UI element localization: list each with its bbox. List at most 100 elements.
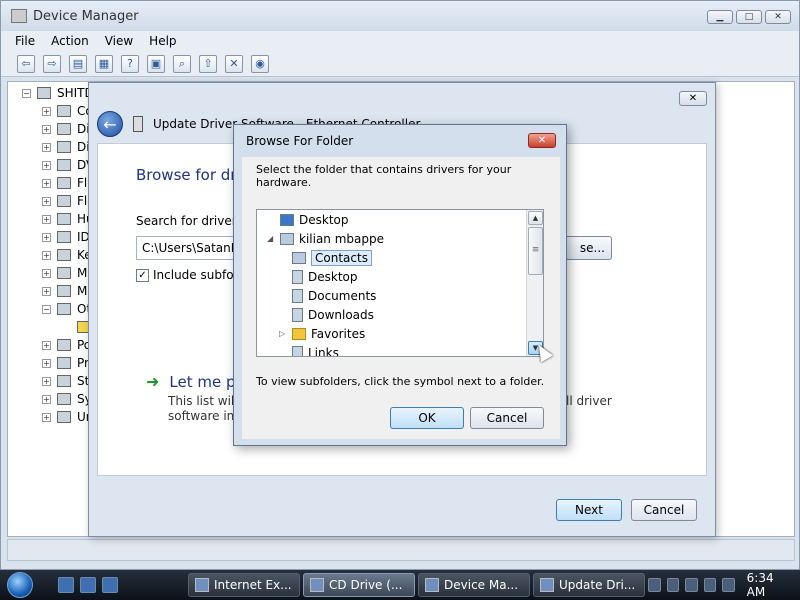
wizard-cancel-button[interactable]: Cancel	[631, 499, 697, 521]
clock[interactable]: 6:34 AM	[741, 571, 790, 599]
tree-item[interactable]: − Ot	[42, 300, 91, 318]
tree-item[interactable]: + Po	[42, 336, 91, 354]
folder-tree-item[interactable]: Contacts	[279, 248, 372, 267]
tree-item[interactable]: + St	[42, 372, 89, 390]
expand-icon[interactable]: +	[42, 124, 51, 134]
tree-item[interactable]: + Ke	[42, 246, 92, 264]
expand-icon[interactable]: +	[42, 376, 51, 386]
scroll-up-button[interactable]: ▲	[528, 211, 543, 225]
expand-icon[interactable]: +	[42, 196, 51, 206]
folder-tree-item[interactable]: Links	[279, 343, 339, 356]
tree-item[interactable]: + M	[42, 264, 87, 282]
view-icon[interactable]: ▣	[147, 54, 165, 73]
folder-tree-item[interactable]: Documents	[279, 286, 376, 305]
show-hide-tree-icon[interactable]: ▤	[69, 54, 87, 73]
expand-icon[interactable]: +	[42, 250, 51, 260]
tree-item[interactable]: + Di	[42, 120, 90, 138]
tree-item[interactable]: + Sy	[42, 390, 92, 408]
include-subfolders-checkbox[interactable]: ✓	[136, 268, 149, 282]
expand-icon[interactable]: +	[42, 394, 51, 404]
close-button[interactable]: ✕	[765, 10, 791, 24]
disable-icon[interactable]: ◉	[251, 54, 269, 73]
start-button[interactable]	[0, 570, 40, 600]
tree-item[interactable]: + ID	[42, 228, 90, 246]
taskbar-button[interactable]: CD Drive (...	[303, 573, 416, 597]
expand-icon[interactable]: +	[42, 160, 51, 170]
pick-from-list-option[interactable]: ➜ Let me pi	[146, 372, 240, 391]
expand-icon[interactable]: +	[42, 178, 51, 188]
expand-icon[interactable]: +	[42, 106, 51, 116]
ok-button[interactable]: OK	[390, 407, 464, 429]
include-subfolders-row[interactable]: ✓ Include subfold	[136, 268, 245, 282]
expand-arrow-icon[interactable]: ▷	[279, 329, 287, 338]
scroll-thumb[interactable]: ≡	[528, 227, 543, 275]
device-category-icon	[57, 339, 71, 351]
vertical-scrollbar[interactable]: ▲ ≡ ▼	[526, 210, 543, 356]
expand-icon[interactable]: +	[42, 268, 51, 278]
folder-tree[interactable]: Desktop ◢ kilian mbappe Contacts Desktop Docu…	[256, 209, 544, 357]
internet-explorer-icon[interactable]	[102, 577, 119, 593]
volume-icon[interactable]	[722, 578, 735, 592]
expand-icon[interactable]: +	[42, 358, 51, 368]
device-category-icon	[57, 123, 71, 135]
collapse-icon[interactable]: −	[42, 304, 51, 314]
tree-item[interactable]: + Hu	[42, 210, 94, 228]
tree-item[interactable]: + Ur	[42, 408, 91, 426]
user-folder-icon	[280, 232, 294, 245]
maximize-button[interactable]: □	[736, 10, 762, 24]
security-shield-icon[interactable]	[648, 578, 661, 592]
network-icon[interactable]	[685, 578, 698, 592]
uninstall-icon[interactable]: ✕	[225, 54, 243, 73]
forward-arrow-icon[interactable]: ⇨	[43, 54, 61, 73]
tree-root[interactable]: − SHITD	[22, 84, 94, 102]
taskbar-button[interactable]: Update Dri...	[533, 573, 646, 597]
menu-view[interactable]: View	[105, 34, 133, 48]
menu-file[interactable]: File	[15, 34, 35, 48]
network-disconnected-icon[interactable]	[703, 578, 717, 592]
taskbar-button[interactable]: Device Ma...	[418, 573, 531, 597]
tree-item[interactable]: + Flo	[42, 192, 95, 210]
expand-icon[interactable]: +	[42, 286, 51, 296]
properties-icon[interactable]: ▦	[95, 54, 113, 73]
tree-item[interactable]: + DV	[42, 156, 94, 174]
expand-arrow-icon[interactable]: ◢	[267, 234, 275, 243]
folder-tree-item[interactable]: Desktop	[267, 210, 349, 229]
show-desktop-icon[interactable]	[58, 577, 75, 593]
expand-icon[interactable]: +	[42, 142, 51, 152]
folder-tree-item[interactable]: ▷ Favorites	[279, 324, 365, 343]
folder-tree-label: Favorites	[311, 326, 366, 341]
expand-icon[interactable]: +	[42, 232, 51, 242]
switch-windows-icon[interactable]	[80, 577, 97, 593]
next-button[interactable]: Next	[556, 499, 622, 521]
expand-icon[interactable]: +	[42, 340, 51, 350]
tree-item[interactable]: + Co	[42, 102, 93, 120]
status-bar	[7, 539, 795, 561]
expand-icon[interactable]: +	[42, 214, 51, 224]
device-icon	[133, 116, 143, 132]
minimize-button[interactable]: ▁	[707, 10, 733, 24]
taskbar-button[interactable]: Internet Ex...	[188, 573, 301, 597]
back-arrow-icon[interactable]: ⇦	[17, 54, 35, 73]
dialog-cancel-button[interactable]: Cancel	[470, 407, 544, 429]
pick-from-list-label[interactable]: Let me pi	[169, 373, 239, 391]
expand-icon[interactable]: +	[42, 412, 51, 422]
tree-item[interactable]: + Di	[42, 138, 90, 156]
wizard-close-button[interactable]: ✕	[679, 91, 707, 106]
tree-item[interactable]: + Pr	[42, 354, 89, 372]
help-icon[interactable]: ?	[121, 54, 139, 73]
device-category-icon	[57, 105, 71, 117]
scan-hardware-icon[interactable]: ⌕	[173, 54, 191, 73]
folder-tree-item[interactable]: Downloads	[279, 305, 374, 324]
collapse-icon[interactable]: −	[22, 88, 31, 98]
dialog-close-button[interactable]: ✕	[528, 133, 556, 148]
menu-help[interactable]: Help	[149, 34, 176, 48]
language-icon[interactable]	[666, 578, 680, 592]
menu-action[interactable]: Action	[51, 34, 89, 48]
tree-item[interactable]: + M	[42, 282, 87, 300]
tree-item[interactable]: + Flo	[42, 174, 95, 192]
dialog-description: Select the folder that contains drivers …	[256, 163, 512, 189]
folder-tree-item[interactable]: Desktop	[279, 267, 358, 286]
update-driver-icon[interactable]: ⇧	[199, 54, 217, 73]
back-button[interactable]: ←	[97, 111, 123, 137]
folder-tree-item[interactable]: ◢ kilian mbappe	[267, 229, 384, 248]
